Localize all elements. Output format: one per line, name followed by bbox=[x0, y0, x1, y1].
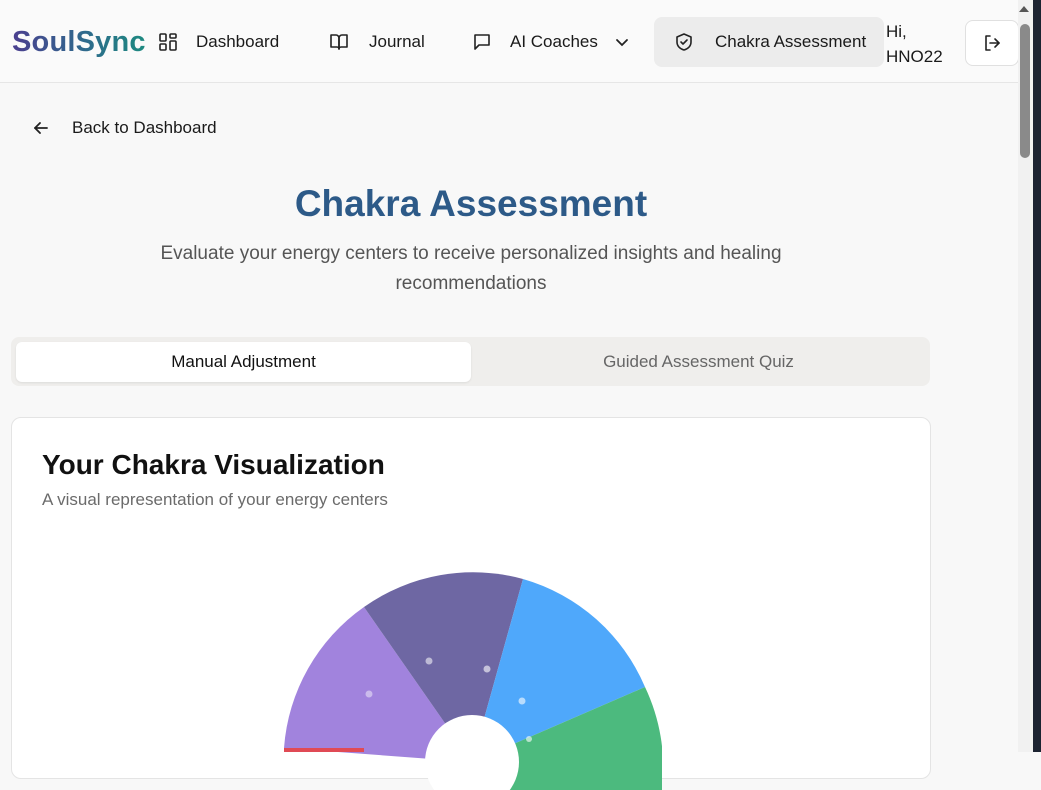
tab-guided-assessment-quiz[interactable]: Guided Assessment Quiz bbox=[471, 342, 926, 382]
chevron-down-icon[interactable] bbox=[614, 34, 630, 50]
book-open-icon bbox=[330, 34, 348, 50]
nav-ai-coaches-label: AI Coaches bbox=[510, 32, 598, 51]
log-out-icon bbox=[985, 35, 1000, 51]
logout-button[interactable] bbox=[965, 20, 1019, 66]
greeting-username: HNO22 bbox=[886, 47, 943, 66]
energy-dot bbox=[526, 736, 532, 742]
page-title: Chakra Assessment bbox=[294, 183, 648, 224]
grid-icon bbox=[159, 33, 177, 51]
scrollbar-thumb[interactable] bbox=[1020, 24, 1030, 158]
assessment-mode-tabs: Manual Adjustment Guided Assessment Quiz bbox=[11, 337, 930, 386]
chakra-wheel bbox=[284, 572, 662, 790]
energy-dot bbox=[365, 690, 373, 698]
energy-dot bbox=[518, 697, 526, 705]
message-square-icon bbox=[474, 34, 490, 50]
page-subtitle: Evaluate your energy centers to receive … bbox=[160, 243, 782, 294]
back-link-label: Back to Dashboard bbox=[72, 118, 217, 137]
energy-dot bbox=[425, 657, 433, 665]
nav-dashboard-label: Dashboard bbox=[196, 32, 280, 51]
tab-manual-adjustment[interactable]: Manual Adjustment bbox=[16, 342, 471, 382]
chakra-segment-root[interactable] bbox=[284, 748, 364, 752]
energy-dot bbox=[483, 665, 491, 673]
nav-dashboard[interactable]: Dashboard bbox=[158, 17, 279, 67]
chakra-visualization-card: Your Chakra Visualization A visual repre… bbox=[11, 417, 931, 790]
top-navigation-bar: SoulSync Dashboard Journal AI Coaches Ch… bbox=[0, 0, 1019, 83]
shield-check-icon bbox=[676, 33, 692, 51]
brand-logo[interactable]: SoulSync bbox=[12, 26, 146, 59]
nav-ai-coaches[interactable]: AI Coaches bbox=[472, 17, 630, 67]
arrow-left-icon bbox=[34, 122, 48, 134]
user-greeting: Hi, HNO22 bbox=[886, 19, 943, 69]
scroll-up-arrow-icon[interactable] bbox=[1019, 6, 1029, 12]
greeting-line-1: Hi, bbox=[886, 22, 907, 41]
nav-journal-label: Journal bbox=[369, 32, 425, 51]
window-edge bbox=[1033, 0, 1041, 752]
card-title: Your Chakra Visualization bbox=[42, 449, 385, 480]
card-subtitle: A visual representation of your energy c… bbox=[42, 490, 388, 509]
back-to-dashboard-link[interactable]: Back to Dashboard bbox=[32, 114, 217, 142]
nav-chakra-assessment-label: Chakra Assessment bbox=[715, 32, 867, 51]
nav-journal[interactable]: Journal bbox=[329, 17, 425, 67]
nav-chakra-assessment[interactable]: Chakra Assessment bbox=[654, 17, 885, 67]
